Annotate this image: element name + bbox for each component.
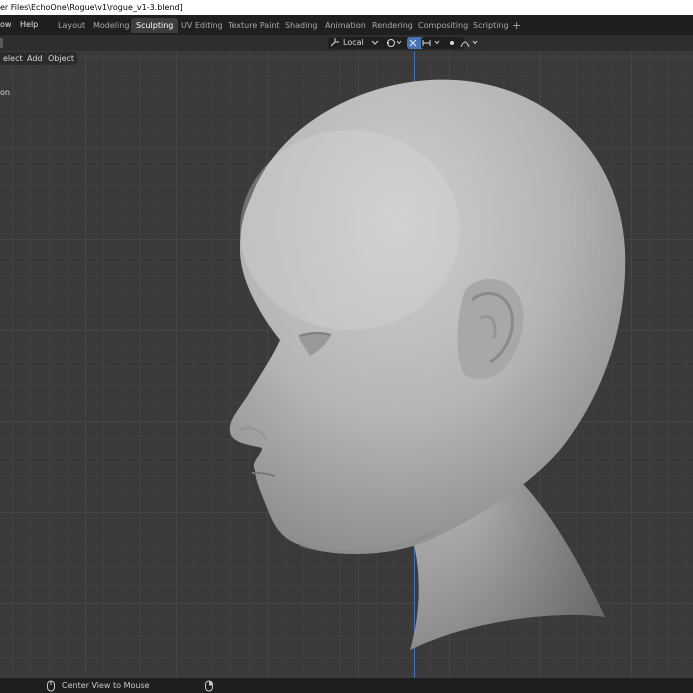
mouse-icon: [47, 680, 55, 692]
status-hint: Center View to Mouse: [62, 681, 150, 690]
status-bar: Center View to Mouse: [0, 678, 693, 693]
mouse-right-icon: [205, 680, 213, 692]
sculpted-head-model[interactable]: [0, 0, 693, 693]
